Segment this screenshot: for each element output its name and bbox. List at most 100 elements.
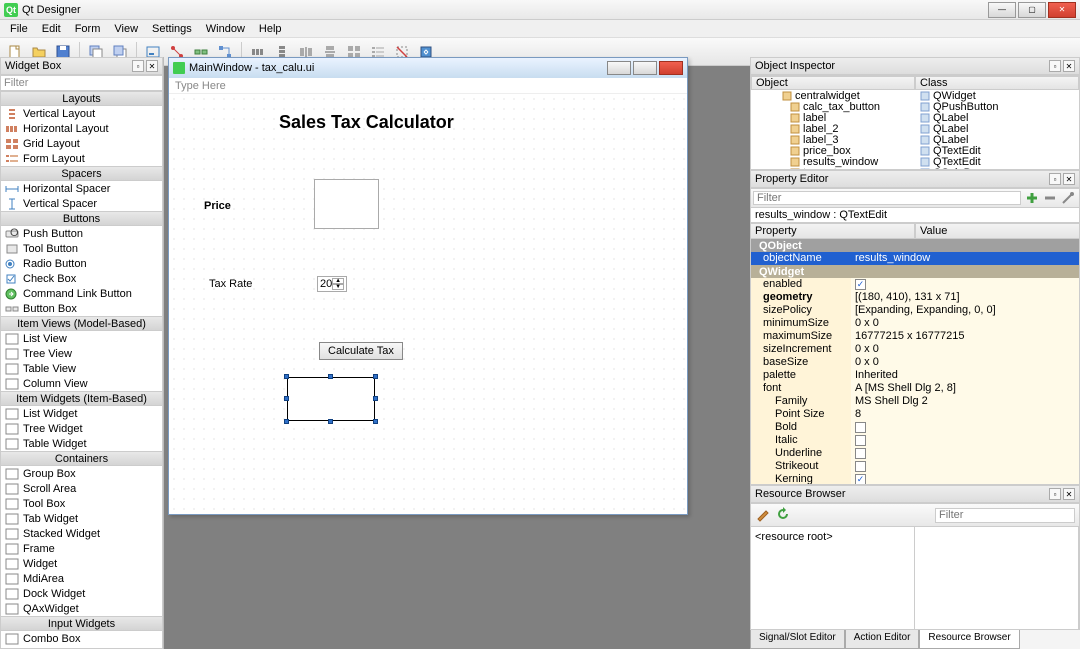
widget-category[interactable]: Layouts: [1, 91, 162, 106]
value-col-header[interactable]: Value: [915, 223, 1080, 239]
object-col-header[interactable]: Object: [751, 76, 915, 90]
class-row[interactable]: QWidget: [915, 90, 1079, 101]
dock-restore-button[interactable]: ▫: [1049, 60, 1061, 72]
property-value[interactable]: 0 x 0: [851, 343, 1079, 356]
dock-close-button[interactable]: ✕: [1063, 173, 1075, 185]
form-window[interactable]: MainWindow - tax_calu.ui Type Here Sales…: [168, 57, 688, 515]
property-col-header[interactable]: Property: [750, 223, 915, 239]
object-row[interactable]: calc_tax_button: [751, 101, 915, 112]
widget-item[interactable]: Radio Button: [1, 256, 162, 271]
object-row[interactable]: label: [751, 112, 915, 123]
widget-item[interactable]: Tool Button: [1, 241, 162, 256]
property-row[interactable]: sizeIncrement0 x 0: [751, 343, 1079, 356]
widget-item[interactable]: Tab Widget: [1, 511, 162, 526]
widget-category[interactable]: Item Widgets (Item-Based): [1, 391, 162, 406]
class-row[interactable]: QLabel: [915, 123, 1079, 134]
property-config-button[interactable]: [1059, 189, 1077, 207]
widget-item[interactable]: List View: [1, 331, 162, 346]
price-textedit[interactable]: [314, 179, 379, 229]
widget-item[interactable]: Frame: [1, 541, 162, 556]
widget-item[interactable]: Horizontal Layout: [1, 121, 162, 136]
widget-item[interactable]: Tree View: [1, 346, 162, 361]
property-group-header[interactable]: QObject: [751, 239, 1079, 252]
property-value[interactable]: [851, 278, 1079, 291]
widget-item[interactable]: Grid Layout: [1, 136, 162, 151]
widget-item[interactable]: Command Link Button: [1, 286, 162, 301]
results-textedit[interactable]: [287, 377, 375, 421]
widget-item[interactable]: Group Box: [1, 466, 162, 481]
property-value[interactable]: 0 x 0: [851, 317, 1079, 330]
property-row[interactable]: Point Size8: [751, 408, 1079, 421]
resize-handle[interactable]: [373, 396, 378, 401]
form-menubar[interactable]: Type Here: [169, 78, 687, 94]
resize-handle[interactable]: [328, 374, 333, 379]
widget-item[interactable]: Button Box: [1, 301, 162, 316]
class-row[interactable]: QTextEdit: [915, 156, 1079, 167]
form-canvas[interactable]: Sales Tax Calculator Price Tax Rate 20 ▲…: [169, 94, 687, 514]
maximize-button[interactable]: [1018, 2, 1046, 18]
form-minimize-button[interactable]: [607, 61, 631, 75]
widget-item[interactable]: Dock Widget: [1, 586, 162, 601]
property-value[interactable]: [(180, 410), 131 x 71]: [851, 291, 1079, 304]
class-row[interactable]: QLabel: [915, 134, 1079, 145]
resize-handle[interactable]: [373, 419, 378, 424]
calculate-button[interactable]: Calculate Tax: [319, 342, 403, 360]
property-row[interactable]: baseSize0 x 0: [751, 356, 1079, 369]
property-row[interactable]: paletteInherited: [751, 369, 1079, 382]
widget-item[interactable]: Widget: [1, 556, 162, 571]
form-close-button[interactable]: [659, 61, 683, 75]
object-row[interactable]: centralwidget: [751, 90, 915, 101]
dock-restore-button[interactable]: ▫: [1049, 488, 1061, 500]
widget-item[interactable]: Tree Widget: [1, 421, 162, 436]
close-button[interactable]: [1048, 2, 1076, 18]
widget-item[interactable]: Stacked Widget: [1, 526, 162, 541]
resize-handle[interactable]: [373, 374, 378, 379]
property-row[interactable]: objectNameresults_window: [751, 252, 1079, 265]
property-row[interactable]: Strikeout: [751, 460, 1079, 473]
widget-box-filter[interactable]: Filter: [0, 75, 163, 91]
property-row[interactable]: fontA [MS Shell Dlg 2, 8]: [751, 382, 1079, 395]
widget-category[interactable]: Item Views (Model-Based): [1, 316, 162, 331]
dock-close-button[interactable]: ✕: [1063, 60, 1075, 72]
widget-item[interactable]: Tool Box: [1, 496, 162, 511]
resource-tree[interactable]: <resource root>: [751, 527, 915, 629]
property-value[interactable]: Inherited: [851, 369, 1079, 382]
edit-resources-button[interactable]: [755, 506, 771, 525]
widget-category[interactable]: Input Widgets: [1, 616, 162, 631]
menu-view[interactable]: View: [108, 23, 144, 35]
dock-restore-button[interactable]: ▫: [132, 60, 144, 72]
widget-category[interactable]: Buttons: [1, 211, 162, 226]
property-editor-title[interactable]: Property Editor ▫ ✕: [750, 170, 1080, 188]
property-value[interactable]: [851, 434, 1079, 447]
property-value[interactable]: A [MS Shell Dlg 2, 8]: [851, 382, 1079, 395]
widget-item[interactable]: Table Widget: [1, 436, 162, 451]
property-row[interactable]: maximumSize16777215 x 16777215: [751, 330, 1079, 343]
widget-item[interactable]: List Widget: [1, 406, 162, 421]
property-row[interactable]: enabled: [751, 278, 1079, 291]
widget-item[interactable]: Table View: [1, 361, 162, 376]
resize-handle[interactable]: [284, 374, 289, 379]
resource-tab[interactable]: Action Editor: [845, 630, 920, 649]
object-row[interactable]: results_window: [751, 156, 915, 167]
widget-item[interactable]: Vertical Spacer: [1, 196, 162, 211]
property-group-header[interactable]: QWidget: [751, 265, 1079, 278]
resize-handle[interactable]: [284, 396, 289, 401]
object-row[interactable]: label_3: [751, 134, 915, 145]
property-row[interactable]: Bold: [751, 421, 1079, 434]
property-row[interactable]: FamilyMS Shell Dlg 2: [751, 395, 1079, 408]
price-label[interactable]: Price: [204, 200, 231, 212]
property-row[interactable]: Italic: [751, 434, 1079, 447]
class-row[interactable]: QLabel: [915, 112, 1079, 123]
property-value[interactable]: 8: [851, 408, 1079, 421]
property-value[interactable]: MS Shell Dlg 2: [851, 395, 1079, 408]
dock-close-button[interactable]: ✕: [146, 60, 158, 72]
remove-dynamic-property-button[interactable]: [1041, 189, 1059, 207]
widget-item[interactable]: Horizontal Spacer: [1, 181, 162, 196]
tax-rate-spinbox[interactable]: 20 ▲▼: [317, 276, 347, 292]
object-row[interactable]: label_2: [751, 123, 915, 134]
class-row[interactable]: QTextEdit: [915, 145, 1079, 156]
property-value[interactable]: [851, 460, 1079, 473]
widget-item[interactable]: Check Box: [1, 271, 162, 286]
resize-handle[interactable]: [328, 419, 333, 424]
object-inspector-title[interactable]: Object Inspector ▫ ✕: [750, 57, 1080, 75]
